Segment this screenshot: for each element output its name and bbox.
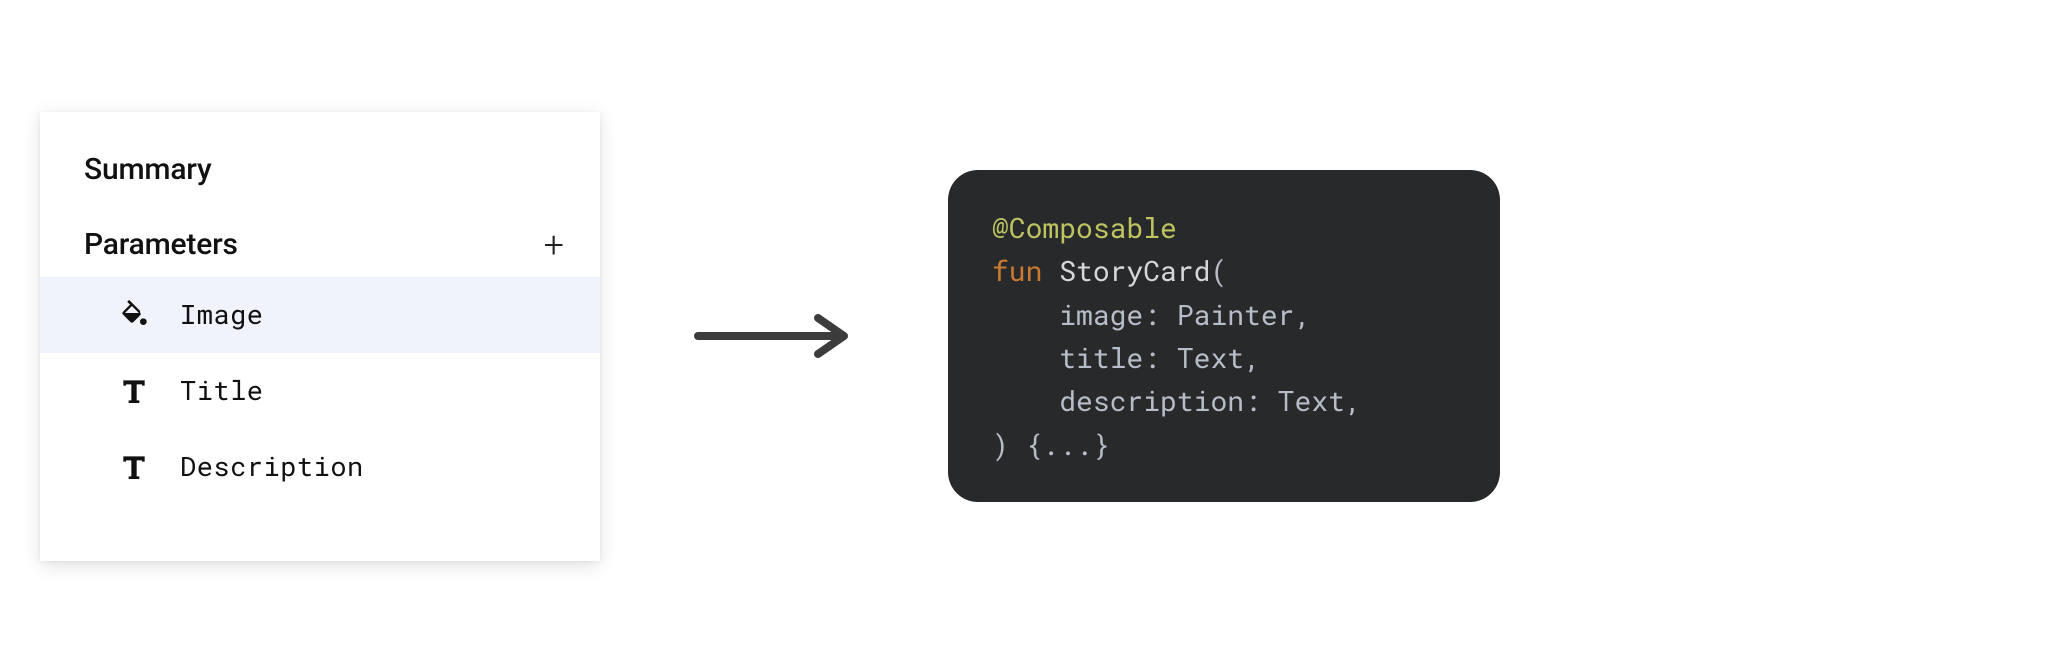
parameter-label: Image	[180, 297, 264, 332]
parameter-title[interactable]: Title	[40, 353, 600, 429]
format-color-fill-icon	[118, 299, 150, 331]
code-param-name: description	[1059, 382, 1244, 419]
text-t-icon	[118, 451, 150, 483]
code-param-name: image	[1059, 296, 1143, 333]
properties-panel: Summary Parameters + Image Title Descrip…	[40, 112, 600, 561]
summary-heading: Summary	[40, 152, 600, 187]
code-param-type: Text	[1177, 339, 1244, 376]
code-open-paren: (	[1210, 252, 1227, 289]
parameter-label: Title	[180, 373, 264, 408]
add-parameter-button[interactable]: +	[544, 227, 564, 263]
code-block: @Composable fun StoryCard( image: Painte…	[948, 170, 1500, 502]
code-close-body: ) {...}	[992, 426, 1110, 463]
parameter-label: Description	[180, 449, 364, 484]
code-keyword-fun: fun	[992, 252, 1042, 289]
text-t-icon	[118, 375, 150, 407]
parameters-section-header: Parameters +	[40, 227, 600, 273]
code-function-name: StoryCard	[1059, 252, 1210, 289]
code-param-type: Text	[1278, 382, 1345, 419]
parameter-image[interactable]: Image	[40, 277, 600, 353]
code-annotation: @Composable	[992, 209, 1177, 246]
code-param-name: title	[1059, 339, 1143, 376]
code-param-type: Painter	[1177, 296, 1295, 333]
arrow-right-icon	[694, 312, 854, 360]
parameter-description[interactable]: Description	[40, 429, 600, 505]
parameters-heading: Parameters	[84, 227, 238, 262]
parameter-list: Image Title Description	[40, 277, 600, 505]
